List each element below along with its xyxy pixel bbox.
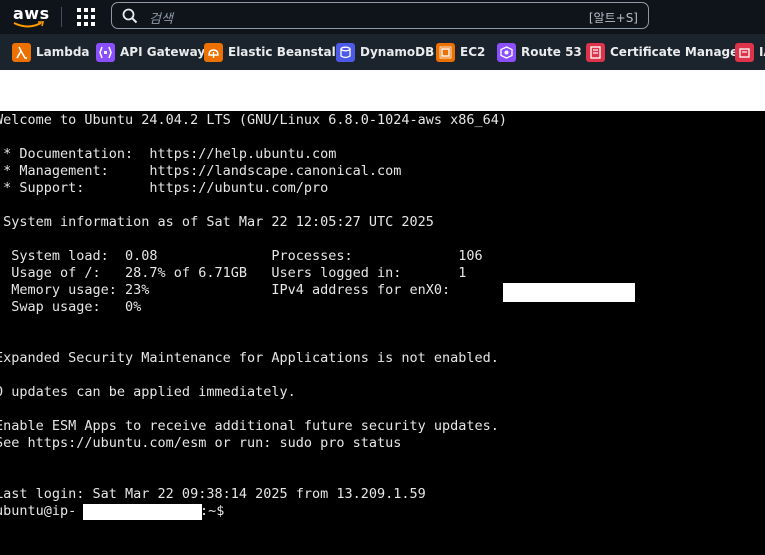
iam-icon	[735, 42, 754, 62]
dynamodb-icon	[336, 42, 355, 62]
favorite-iam[interactable]: IA	[735, 42, 765, 62]
terminal-window[interactable]: Welcome to Ubuntu 24.04.2 LTS (GNU/Linux…	[0, 111, 765, 555]
services-grid-icon[interactable]	[77, 8, 95, 26]
terminal-line-enable-esm: Enable ESM Apps to receive additional fu…	[0, 418, 499, 434]
nav-divider	[61, 7, 62, 27]
favorite-label: Elastic Beanstalk	[228, 45, 344, 59]
favorites-bar: Lambda API Gateway Elastic Beanstalk Dyn…	[0, 34, 765, 70]
search-placeholder: 검색	[149, 12, 173, 27]
terminal-line-management: * Management: https://landscape.canonica…	[0, 163, 402, 179]
terminal-line-welcome: Welcome to Ubuntu 24.04.2 LTS (GNU/Linux…	[0, 112, 508, 128]
favorite-certificate-manager[interactable]: Certificate Manager	[586, 42, 744, 62]
certificate-manager-icon	[586, 42, 605, 62]
terminal-line-updates: 0 updates can be applied immediately.	[0, 384, 296, 400]
terminal-line-usage: Usage of /: 28.7% of 6.71GB Users logged…	[0, 265, 467, 281]
aws-smile-icon	[13, 21, 45, 28]
favorite-lambda[interactable]: Lambda	[12, 42, 90, 62]
aws-logo[interactable]: aws	[12, 4, 49, 30]
favorite-label: Certificate Manager	[610, 45, 745, 59]
elastic-beanstalk-icon	[204, 42, 223, 62]
console-toolbar-area	[0, 70, 765, 111]
redacted-ip-address	[503, 283, 635, 302]
terminal-line-last-login: Last login: Sat Mar 22 09:38:14 2025 fro…	[0, 486, 426, 502]
terminal-line-see: See https://ubuntu.com/esm or run: sudo …	[0, 435, 402, 451]
search-icon	[122, 8, 138, 24]
terminal-line-support: * Support: https://ubuntu.com/pro	[0, 180, 329, 196]
api-gateway-icon	[96, 42, 115, 62]
lambda-icon	[12, 42, 31, 62]
terminal-line-esm: Expanded Security Maintenance for Applic…	[0, 350, 499, 366]
favorite-elastic-beanstalk[interactable]: Elastic Beanstalk	[204, 42, 344, 62]
favorite-label: Lambda	[36, 45, 90, 59]
terminal-line-swap: Swap usage: 0%	[0, 299, 142, 315]
search-shortcut-hint: [알트+S]	[588, 11, 638, 25]
redacted-hostname	[83, 504, 202, 520]
favorite-ec2[interactable]: EC2	[436, 42, 485, 62]
favorite-route53[interactable]: Route 53	[497, 42, 582, 62]
ec2-icon	[436, 42, 455, 62]
route53-icon	[497, 42, 516, 62]
favorite-label: API Gateway	[120, 45, 206, 59]
favorite-label: IA	[759, 45, 765, 59]
terminal-line-sysinfo: System information as of Sat Mar 22 12:0…	[0, 214, 434, 230]
favorite-label: Route 53	[521, 45, 582, 59]
terminal-line-memory: Memory usage: 23% IPv4 address for enX0:	[0, 282, 451, 298]
favorite-label: DynamoDB	[360, 45, 435, 59]
terminal-line-documentation: * Documentation: https://help.ubuntu.com	[0, 146, 337, 162]
search-input[interactable]: 검색 [알트+S]	[111, 2, 649, 29]
favorite-label: EC2	[460, 45, 486, 59]
terminal-prompt-prefix: ubuntu@ip-	[0, 503, 77, 519]
terminal-line-system-load: System load: 0.08 Processes: 106	[0, 248, 483, 264]
aws-top-nav: aws 검색 [알트+S]	[0, 0, 765, 34]
terminal-prompt-suffix: :~$	[200, 503, 225, 519]
favorite-api-gateway[interactable]: API Gateway	[96, 42, 205, 62]
favorite-dynamodb[interactable]: DynamoDB	[336, 42, 434, 62]
